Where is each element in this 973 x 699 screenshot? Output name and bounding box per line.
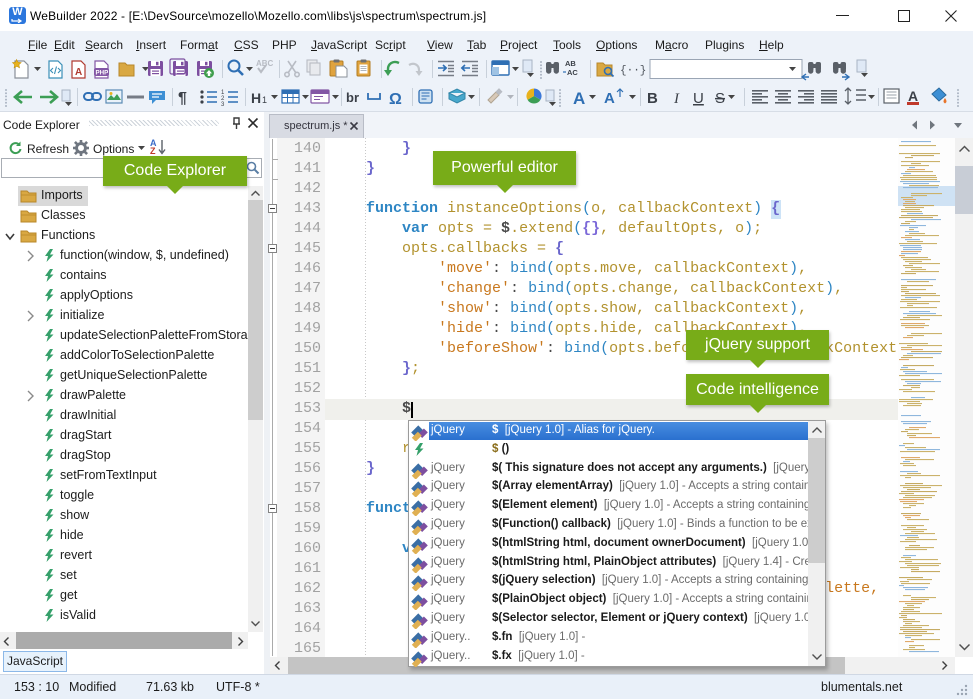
svg-text:B: B bbox=[647, 90, 658, 107]
svg-text:S: S bbox=[715, 90, 725, 107]
svg-text:Ω: Ω bbox=[389, 91, 402, 108]
svg-text:A: A bbox=[908, 88, 918, 104]
svg-text:¶: ¶ bbox=[178, 90, 187, 107]
svg-text:A: A bbox=[604, 90, 615, 107]
svg-text:1: 1 bbox=[262, 95, 267, 105]
svg-text:I: I bbox=[673, 91, 680, 107]
svg-text:A: A bbox=[573, 89, 585, 108]
svg-text:AC: AC bbox=[567, 68, 578, 77]
svg-text:br: br bbox=[346, 90, 359, 105]
svg-text:PHP: PHP bbox=[96, 70, 109, 77]
svg-text:AB: AB bbox=[565, 59, 576, 68]
svg-text:A: A bbox=[75, 67, 82, 78]
svg-text:H: H bbox=[251, 90, 261, 106]
svg-text:U: U bbox=[693, 90, 704, 107]
svg-text:3: 3 bbox=[221, 102, 225, 108]
svg-text:{··}: {··} bbox=[620, 65, 646, 77]
